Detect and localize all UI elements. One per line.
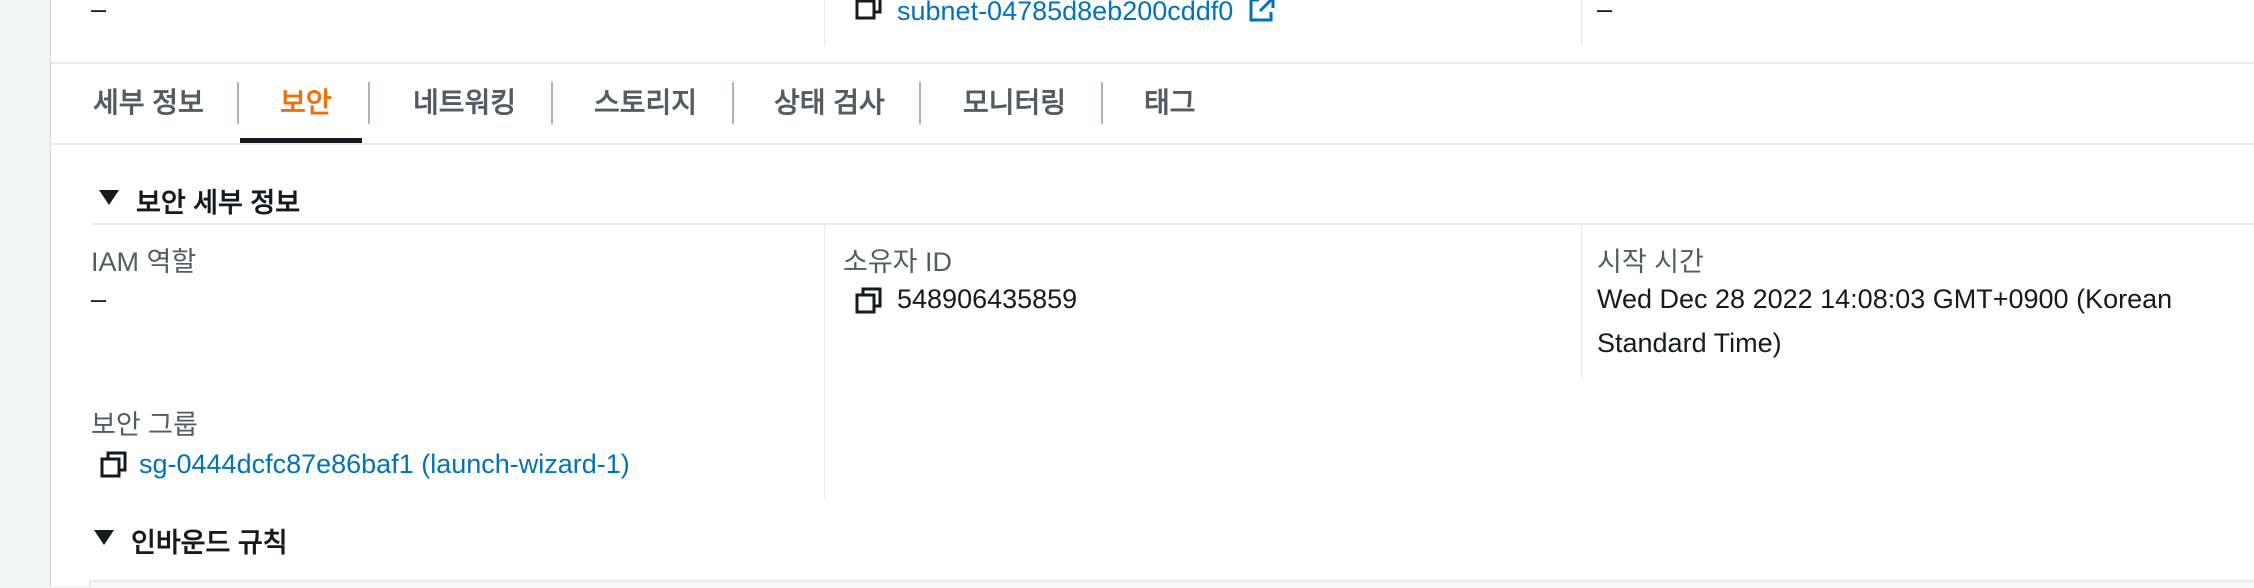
tab-divider [919, 82, 921, 124]
tab-tags[interactable]: 태그 [1144, 64, 1196, 142]
iam-role-label: IAM 역할 [91, 247, 197, 277]
column-divider-1 [824, 223, 825, 501]
tab-divider [368, 82, 370, 124]
tab-storage[interactable]: 스토리지 [594, 64, 697, 142]
copy-icon[interactable] [854, 0, 884, 22]
owner-id-value: 548906435859 [897, 284, 1078, 314]
tab-security[interactable]: 보안 [280, 64, 332, 142]
top-row-col3-value: – [1597, 0, 1613, 24]
caret-down-icon [99, 190, 119, 205]
security-details-heading: 보안 세부 정보 [136, 188, 301, 218]
inbound-rules-heading: 인바운드 규칙 [131, 528, 288, 558]
launch-time-label: 시작 시간 [1597, 247, 1704, 277]
tab-divider [551, 82, 553, 124]
tab-networking[interactable]: 네트워킹 [413, 64, 516, 142]
top-row-col1-value: – [91, 0, 107, 24]
owner-id-label: 소유자 ID [843, 247, 953, 277]
instance-details-panel: – subnet-04785d8eb200cddf0 – 세부 정보 보안 네트… [50, 0, 2254, 588]
copy-icon[interactable] [854, 286, 884, 316]
caret-down-icon [94, 530, 114, 545]
iam-role-value: – [91, 284, 107, 314]
top-divider-2 [1581, 0, 1582, 46]
tabs-bottom-border [51, 143, 2254, 145]
security-groups-label: 보안 그룹 [91, 410, 198, 440]
tab-divider [1101, 82, 1103, 124]
tab-divider [237, 82, 239, 124]
copy-icon[interactable] [99, 450, 129, 480]
tab-divider [732, 82, 734, 124]
top-divider-1 [824, 0, 825, 46]
column-divider-2 [1581, 223, 1582, 381]
subnet-link-text[interactable]: subnet-04785d8eb200cddf0 [897, 0, 1233, 26]
tab-details[interactable]: 세부 정보 [93, 64, 204, 142]
inbound-rules-table [89, 580, 2254, 588]
section-divider [91, 223, 2254, 225]
subnet-link[interactable]: subnet-04785d8eb200cddf0 [897, 0, 1277, 26]
launch-time-value-line2: Standard Time) [1597, 328, 1782, 358]
tab-status-checks[interactable]: 상태 검사 [774, 64, 885, 142]
launch-time-value-line1: Wed Dec 28 2022 14:08:03 GMT+0900 (Korea… [1597, 284, 2173, 314]
tab-monitoring[interactable]: 모니터링 [963, 64, 1066, 142]
external-link-icon [1249, 0, 1275, 22]
security-group-link[interactable]: sg-0444dcfc87e86baf1 (launch-wizard-1) [139, 449, 630, 479]
